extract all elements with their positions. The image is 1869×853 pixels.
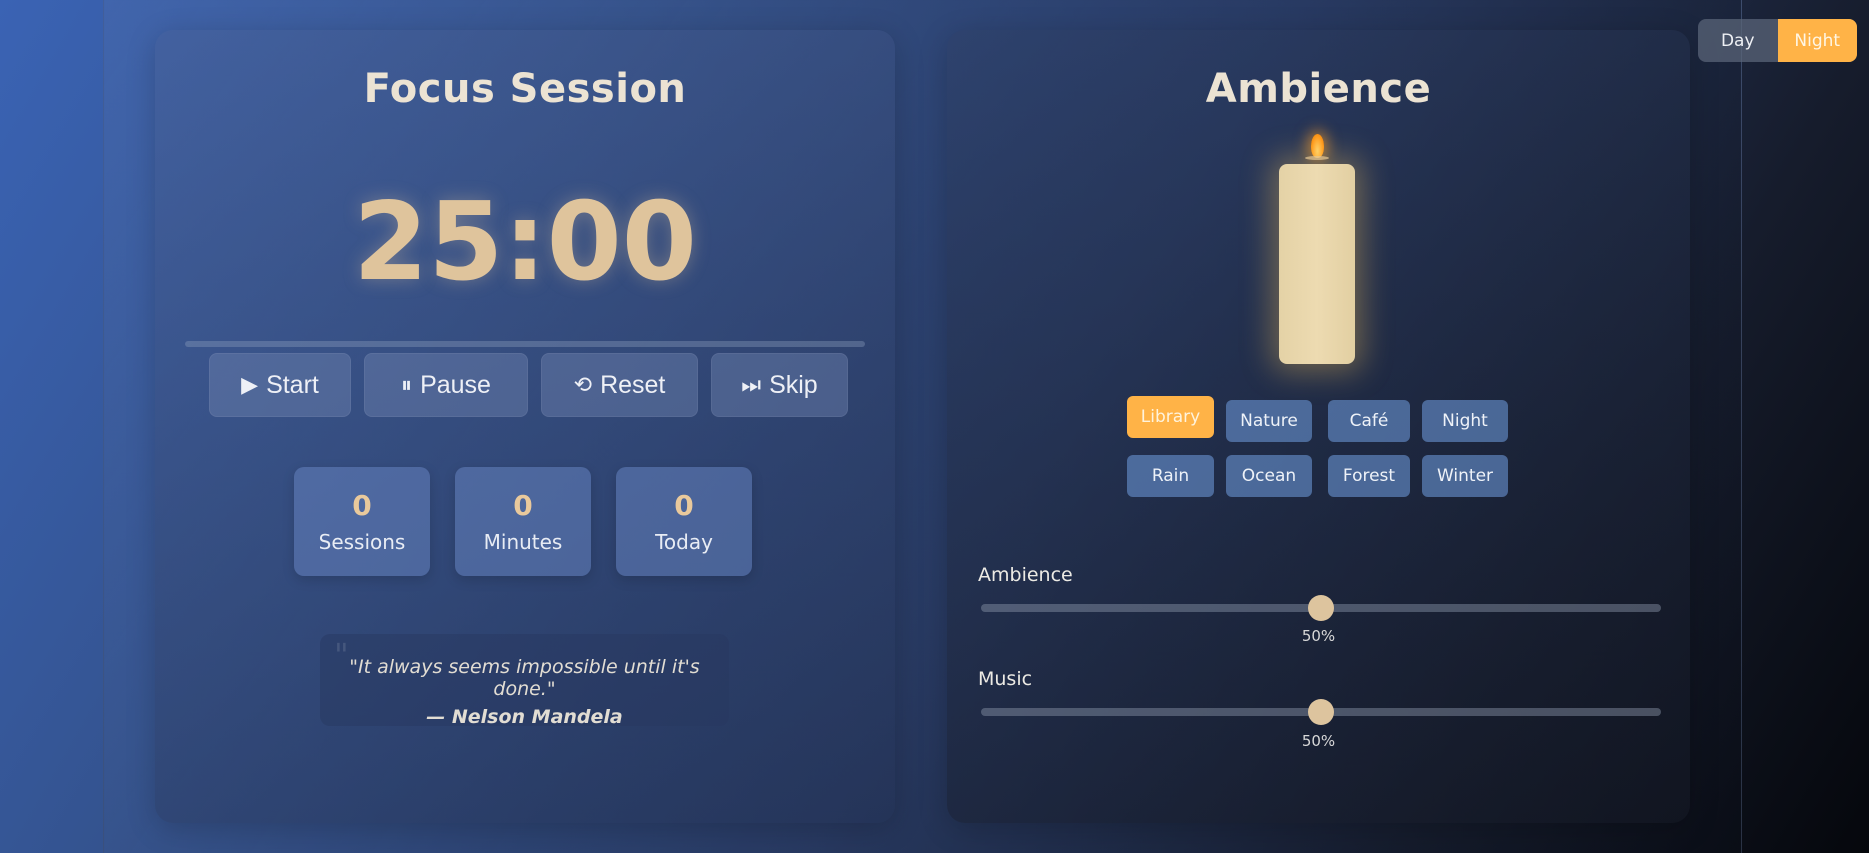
start-label: Start <box>266 370 319 399</box>
session-progress-bar <box>185 341 865 347</box>
quote-card: " "It always seems impossible until it's… <box>320 634 729 728</box>
stat-value: 0 <box>352 489 372 522</box>
sound-library-button[interactable]: Library <box>1127 396 1214 438</box>
candle-wick <box>1305 156 1329 160</box>
stat-today: 0 Today <box>616 467 752 576</box>
quote-mark-icon: " <box>334 636 349 674</box>
sound-night-button[interactable]: Night <box>1422 400 1508 442</box>
ambience-title: Ambience <box>1205 66 1432 112</box>
quote-text: "It always seems impossible until it's d… <box>349 656 700 700</box>
skip-button[interactable]: ⏭ Skip <box>711 353 848 417</box>
reset-button[interactable]: ⟲ Reset <box>541 353 698 417</box>
sound-ocean-button[interactable]: Ocean <box>1226 455 1312 497</box>
stat-sessions: 0 Sessions <box>294 467 430 576</box>
candle-body <box>1279 164 1355 364</box>
day-mode-button[interactable]: Day <box>1698 19 1778 62</box>
music-volume-slider[interactable] <box>981 699 1661 725</box>
sound-forest-button[interactable]: Forest <box>1328 455 1410 497</box>
flame-icon <box>1311 134 1324 158</box>
timer-controls: ▶ Start ⏸ Pause ⟲ Reset ⏭ Skip <box>209 353 848 417</box>
focus-panel: Focus Session 25:00 ▶ Start ⏸ Pause ⟲ Re… <box>155 30 895 823</box>
stat-value: 0 <box>513 489 533 522</box>
theme-toggle: Day Night <box>1698 19 1857 62</box>
quote-author: — Nelson Mandela <box>426 706 623 728</box>
pause-label: Pause <box>420 370 491 399</box>
start-button[interactable]: ▶ Start <box>209 353 351 417</box>
pause-icon: ⏸ <box>401 372 413 397</box>
sound-rain-button[interactable]: Rain <box>1127 455 1214 497</box>
stat-label: Minutes <box>483 530 563 554</box>
skip-label: Skip <box>769 370 818 399</box>
play-icon: ▶ <box>241 372 259 397</box>
stat-minutes: 0 Minutes <box>455 467 591 576</box>
sound-winter-button[interactable]: Winter <box>1422 455 1508 497</box>
candle-illustration <box>1279 134 1359 394</box>
skip-icon: ⏭ <box>741 372 762 397</box>
ambience-slider-label: Ambience <box>978 564 1073 586</box>
night-mode-button[interactable]: Night <box>1777 19 1857 62</box>
reset-icon: ⟲ <box>573 372 593 397</box>
stat-value: 0 <box>674 489 694 522</box>
timer-display: 25:00 <box>353 180 697 305</box>
ambience-volume-slider[interactable] <box>981 595 1661 621</box>
music-slider-label: Music <box>978 668 1033 690</box>
slider-thumb[interactable] <box>1308 699 1334 725</box>
stat-label: Today <box>655 530 713 554</box>
ambience-panel: Ambience Library Nature Café Night Rain … <box>947 30 1690 823</box>
music-volume-value: 50% <box>1301 732 1336 750</box>
reset-label: Reset <box>600 370 666 399</box>
slider-thumb[interactable] <box>1308 595 1334 621</box>
pause-button[interactable]: ⏸ Pause <box>364 353 528 417</box>
sound-cafe-button[interactable]: Café <box>1328 400 1410 442</box>
stats-row: 0 Sessions 0 Minutes 0 Today <box>294 467 752 576</box>
focus-title: Focus Session <box>363 66 687 112</box>
ambience-volume-value: 50% <box>1301 627 1336 645</box>
sound-nature-button[interactable]: Nature <box>1226 400 1312 442</box>
stat-label: Sessions <box>318 530 406 554</box>
